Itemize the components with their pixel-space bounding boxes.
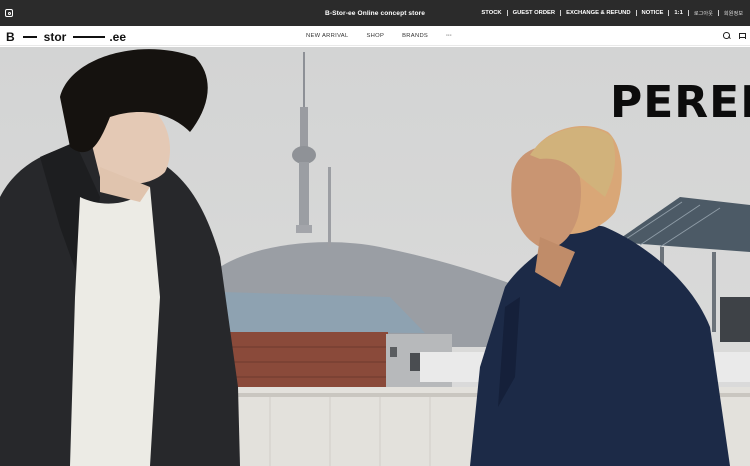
utility-link-stock[interactable]: STOCK xyxy=(476,10,506,16)
instagram-icon[interactable] xyxy=(5,9,13,17)
logo-dash xyxy=(73,36,106,38)
site-logo[interactable]: Bstor .ee xyxy=(6,29,127,44)
utility-link-member-info[interactable]: 회원정보 xyxy=(719,10,748,17)
utility-link-one-to-one[interactable]: 1:1 xyxy=(669,10,687,16)
nav-item-brands[interactable]: BRANDS xyxy=(402,33,428,39)
logo-letter-b: B xyxy=(6,29,15,44)
logo-dash xyxy=(22,36,37,38)
utility-link-guest-order[interactable]: GUEST ORDER xyxy=(508,10,561,16)
utility-link-exchange-refund[interactable]: EXCHANGE & REFUND xyxy=(561,10,635,16)
search-icon[interactable] xyxy=(723,32,730,39)
main-nav: NEW ARRIVAL SHOP BRANDS ··· xyxy=(306,26,470,46)
cart-icon[interactable] xyxy=(737,32,746,39)
main-header: Bstor .ee NEW ARRIVAL SHOP BRANDS ··· xyxy=(0,26,750,46)
header-icons xyxy=(723,32,746,39)
hero-banner[interactable]: PEREI xyxy=(0,47,750,466)
nav-item-shop[interactable]: SHOP xyxy=(367,33,385,39)
utility-menu: STOCK GUEST ORDER EXCHANGE & REFUND NOTI… xyxy=(476,0,748,26)
hero-headline: PEREI xyxy=(610,77,750,128)
nav-item-new-arrival[interactable]: NEW ARRIVAL xyxy=(306,33,349,39)
utility-link-logout[interactable]: 로그아웃 xyxy=(689,10,718,17)
top-utility-bar: B-Stor-ee Online concept store STOCK GUE… xyxy=(0,0,750,26)
logo-word-ee: .ee xyxy=(109,29,127,44)
nav-more-button[interactable]: ··· xyxy=(446,33,452,39)
logo-word-stor: stor xyxy=(43,29,67,44)
utility-link-notice[interactable]: NOTICE xyxy=(637,10,669,16)
